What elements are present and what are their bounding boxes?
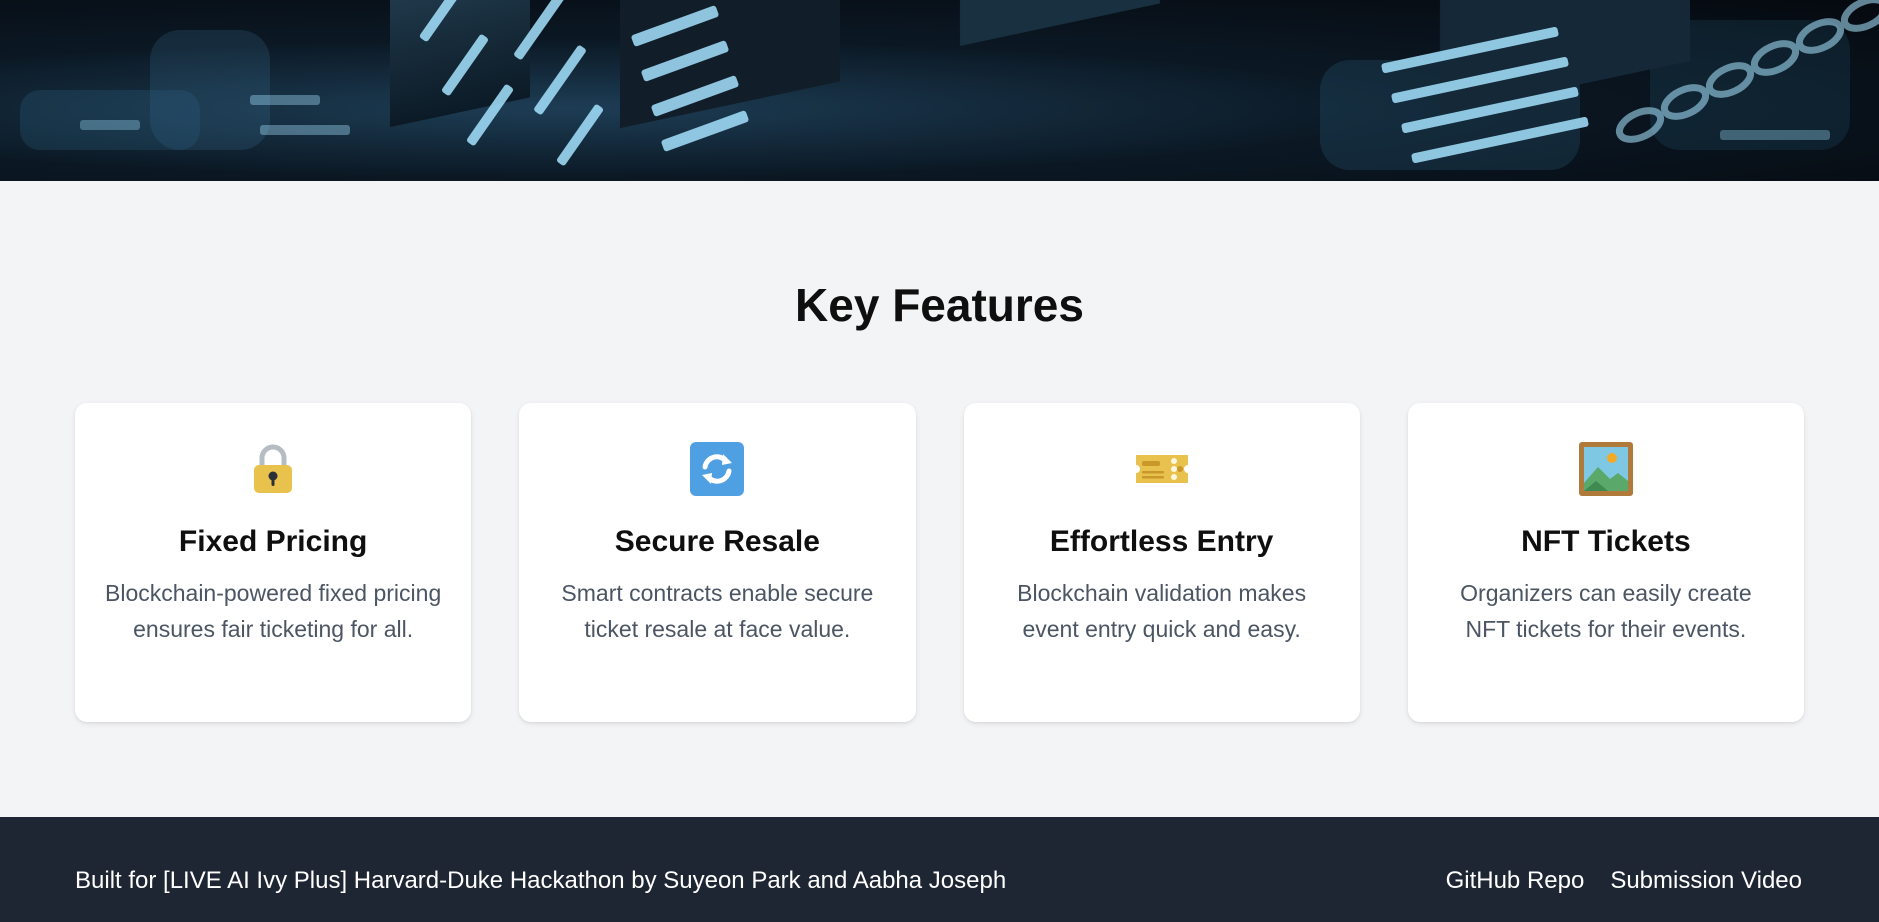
blockchain-background-graphic — [20, 0, 1879, 170]
footer-links: GitHub Repo Submission Video — [1446, 867, 1802, 895]
card-description: Organizers can easily create NFT tickets… — [1460, 580, 1752, 642]
card-description: Blockchain-powered fixed pricing ensures… — [105, 580, 442, 642]
card-description: Blockchain validation makes event entry … — [1017, 580, 1307, 642]
feature-card-fixed-pricing: Fixed Pricing Blockchain-powered fixed p… — [75, 403, 472, 722]
hero-banner-image — [0, 0, 1879, 181]
key-features-section: Key Features Fixed Pricing Blockchain-po… — [0, 181, 1879, 817]
github-repo-link[interactable]: GitHub Repo — [1446, 867, 1585, 895]
framed-picture-icon — [1578, 442, 1633, 496]
feature-card-effortless-entry: Effortless Entry Blockchain validation m… — [963, 403, 1360, 722]
submission-video-link[interactable]: Submission Video — [1610, 867, 1802, 895]
card-title: Secure Resale — [614, 525, 820, 558]
card-description: Smart contracts enable secure ticket res… — [561, 580, 874, 642]
lock-icon — [254, 444, 293, 493]
section-title: Key Features — [795, 279, 1084, 331]
card-title: Effortless Entry — [1049, 525, 1274, 558]
card-title: NFT Tickets — [1521, 525, 1691, 558]
feature-cards: Fixed Pricing Blockchain-powered fixed p… — [75, 403, 1804, 722]
card-title: Fixed Pricing — [178, 525, 368, 558]
feature-card-nft-tickets: NFT Tickets Organizers can easily create… — [1407, 403, 1804, 722]
feature-card-secure-resale: Secure Resale Smart contracts enable sec… — [519, 403, 916, 722]
footer-credit: Built for [LIVE AI Ivy Plus] Harvard-Duk… — [75, 867, 1007, 894]
refresh-icon — [690, 442, 745, 496]
site-footer: Built for [LIVE AI Ivy Plus] Harvard-Duk… — [0, 817, 1879, 922]
ticket-icon — [1135, 455, 1188, 483]
